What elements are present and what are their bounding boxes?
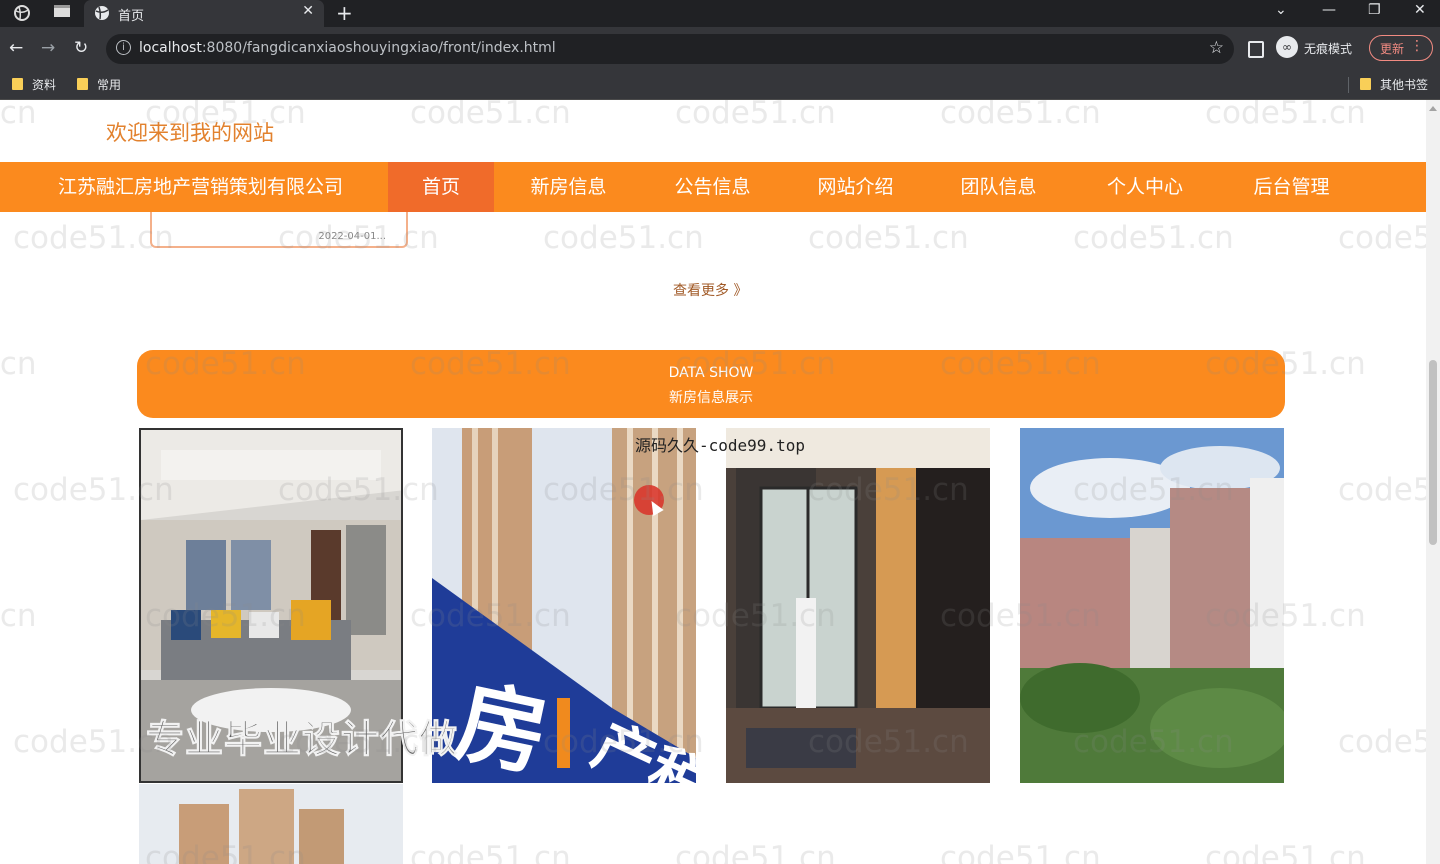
restore-button[interactable]: ❐ xyxy=(1368,2,1381,18)
bookmarks-bar: 资料 常用 其他书签 xyxy=(0,70,1440,100)
watermark: code51.cn xyxy=(1338,220,1426,256)
back-icon[interactable]: ← xyxy=(9,38,23,58)
listing-card-4[interactable] xyxy=(1020,428,1284,783)
watermark: code51.cn xyxy=(1338,724,1426,760)
watermark: code51.cn xyxy=(543,220,704,256)
browser-tab-strip: 首页 ✕ + ⌄ — ❐ ✕ xyxy=(0,0,1440,27)
watermark: code51.cn xyxy=(675,840,836,864)
close-tab-icon[interactable]: ✕ xyxy=(302,3,314,19)
nav-announcements[interactable]: 公告信息 xyxy=(641,162,784,212)
watermark: code51.cn xyxy=(410,840,571,864)
bookmark-folder-2[interactable]: 常用 xyxy=(77,76,121,93)
watermark: code51.cn xyxy=(1073,220,1234,256)
nav-admin[interactable]: 后台管理 xyxy=(1220,162,1363,212)
watermark: code51.cn xyxy=(808,220,969,256)
main-nav: 江苏融汇房地产营销策划有限公司 首页 新房信息 公告信息 网站介绍 团队信息 个… xyxy=(0,162,1426,212)
nav-team[interactable]: 团队信息 xyxy=(927,162,1070,212)
browser-toolbar: ← → ↻ i localhost:8080/fangdicanxiaoshou… xyxy=(0,27,1440,70)
scroll-up-arrow-icon[interactable] xyxy=(1429,106,1437,111)
update-button[interactable]: 更新 ⋮ xyxy=(1369,35,1433,61)
news-date: 2022-04-01... xyxy=(318,231,386,242)
listing-card-3[interactable] xyxy=(726,428,990,783)
bookmark-separator xyxy=(1348,77,1349,93)
update-label: 更新 xyxy=(1380,42,1405,56)
nav-home[interactable]: 首页 xyxy=(388,162,494,212)
more-menu-icon[interactable]: ⋮ xyxy=(1410,38,1424,54)
url-text[interactable]: localhost:8080/fangdicanxiaoshouyingxiao… xyxy=(139,40,556,56)
site-brand[interactable]: 江苏融汇房地产营销策划有限公司 xyxy=(58,162,343,212)
listing-card-2[interactable]: 房 产税 xyxy=(432,428,696,783)
close-window-button[interactable]: ✕ xyxy=(1414,2,1426,18)
tab-search-icon[interactable] xyxy=(52,4,72,22)
side-panel-icon[interactable] xyxy=(1248,41,1264,58)
watermark: .cn xyxy=(0,598,37,634)
site-info-icon[interactable]: i xyxy=(116,40,131,55)
incognito-icon[interactable]: ∞ xyxy=(1276,36,1298,58)
page-scrollbar[interactable] xyxy=(1426,100,1440,864)
watermark: code51.cn xyxy=(940,100,1101,131)
watermark: code51.cn xyxy=(1205,100,1366,131)
nav-profile[interactable]: 个人中心 xyxy=(1070,162,1220,212)
reload-icon[interactable]: ↻ xyxy=(74,38,88,58)
apartment-interior-image xyxy=(726,428,990,783)
forward-icon[interactable]: → xyxy=(41,38,55,58)
tab-title: 首页 xyxy=(118,9,145,24)
other-bookmarks[interactable]: 其他书签 xyxy=(1360,76,1428,93)
section-title-zh: 新房信息展示 xyxy=(669,390,753,406)
watermark: code51.cn xyxy=(1338,472,1426,508)
watermark: .cn xyxy=(0,346,37,382)
chrome-menu-icon[interactable] xyxy=(12,4,32,22)
tab-list-chevron-icon[interactable]: ⌄ xyxy=(1275,2,1287,18)
news-card[interactable]: 2022-04-01... xyxy=(150,212,408,248)
bookmark-star-icon[interactable]: ☆ xyxy=(1209,38,1224,58)
tower-sign-image: 房 产税 xyxy=(432,428,696,783)
residential-blocks-image xyxy=(1020,428,1284,783)
towers-image xyxy=(139,784,403,864)
incognito-label: 无痕模式 xyxy=(1304,42,1353,56)
watermark: code51.cn xyxy=(410,100,571,131)
folder-icon xyxy=(77,78,88,90)
source-overlay-text: 源码久久-code99.top xyxy=(635,436,805,455)
section-banner: DATA SHOW 新房信息展示 xyxy=(137,350,1285,418)
folder-icon xyxy=(12,78,23,90)
ad-watermark: 专业毕业设计代做 xyxy=(145,717,459,762)
watermark: .cn xyxy=(0,100,37,131)
listing-card-5[interactable] xyxy=(139,784,403,864)
watermark: code51.cn xyxy=(1205,840,1366,864)
bookmark-folder-1[interactable]: 资料 xyxy=(12,76,56,93)
welcome-text: 欢迎来到我的网站 xyxy=(106,121,274,145)
minimize-button[interactable]: — xyxy=(1322,2,1336,18)
tab-active[interactable]: 首页 ✕ xyxy=(84,0,324,27)
new-tab-button[interactable]: + xyxy=(336,1,353,25)
address-bar[interactable]: i localhost:8080/fangdicanxiaoshouyingxi… xyxy=(106,34,1234,64)
watermark: code51.cn xyxy=(675,100,836,131)
nav-about[interactable]: 网站介绍 xyxy=(784,162,927,212)
scrollbar-thumb[interactable] xyxy=(1429,360,1437,545)
folder-icon xyxy=(1360,78,1371,90)
view-more-link[interactable]: 查看更多 》 xyxy=(673,280,747,300)
section-title-en: DATA SHOW xyxy=(668,365,754,381)
watermark: code51.cn xyxy=(940,840,1101,864)
globe-icon xyxy=(95,6,109,20)
page-content: 欢迎来到我的网站 2022-04-01... 江苏融汇房地产营销策划有限公司 首… xyxy=(0,100,1440,864)
nav-new-houses[interactable]: 新房信息 xyxy=(497,162,640,212)
